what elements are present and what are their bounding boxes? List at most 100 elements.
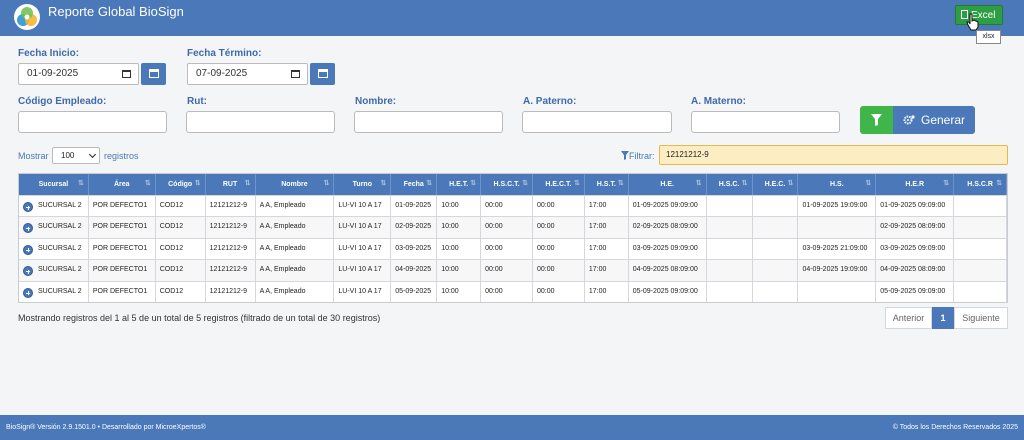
sort-icon: ⇅ bbox=[426, 180, 433, 187]
table-cell: 00:00 bbox=[533, 196, 585, 217]
table-row[interactable]: SUCURSAL 2 POR DEFECTO1 COD12 12121212-9 A A… bbox=[19, 280, 1008, 302]
cell-text: 01-09-2025 09:09:00 bbox=[880, 202, 946, 209]
column-header[interactable]: Área ⇅ bbox=[89, 174, 156, 195]
cell-text: A A, Empleado bbox=[259, 287, 306, 295]
table-cell: 02-09-2025 bbox=[391, 217, 438, 238]
table-cell: 00:00 bbox=[533, 217, 585, 238]
column-header[interactable]: Código ⇅ bbox=[156, 174, 206, 195]
cell-text: LU-VI 10 A 17 bbox=[338, 266, 382, 274]
cell-text: COD12 bbox=[159, 244, 184, 252]
pagination-page-1[interactable]: 1 bbox=[932, 307, 954, 329]
cell-text: 00:00 bbox=[485, 202, 503, 209]
expand-row-icon[interactable] bbox=[23, 244, 33, 255]
table-body: SUCURSAL 2 POR DEFECTO1 COD12 12121212-9 A A… bbox=[19, 195, 1008, 302]
expand-row-icon[interactable] bbox=[23, 287, 33, 298]
cell-text: 05-09-2025 09:09:00 bbox=[880, 287, 946, 295]
cell-text: A A, Empleado bbox=[259, 202, 306, 209]
gears-icon bbox=[903, 115, 915, 125]
column-header[interactable]: H.E.R ⇅ bbox=[876, 174, 955, 195]
table-cell bbox=[753, 238, 799, 260]
column-header[interactable]: H.S. ⇅ bbox=[798, 174, 877, 195]
hand-cursor-icon bbox=[966, 13, 979, 31]
generar-button[interactable]: Generar bbox=[893, 106, 975, 134]
column-header-label: H.S. bbox=[830, 181, 844, 188]
cell-text: 02-09-2025 08:09:00 bbox=[880, 223, 946, 231]
column-header-label: Código bbox=[168, 181, 193, 188]
footer-copyright: © Todos los Derechos Reservados 2025 bbox=[892, 424, 1018, 431]
rut-input[interactable] bbox=[186, 111, 335, 133]
cell-text: SUCURSAL 2 bbox=[38, 266, 82, 274]
nombre-input[interactable] bbox=[354, 111, 503, 133]
cell-text: 12121212-9 bbox=[209, 202, 248, 209]
apellido-materno-label: A. Materno: bbox=[691, 96, 746, 107]
table-cell: 05-09-2025 09:09:00 bbox=[876, 281, 955, 302]
table-cell: POR DEFECTO1 bbox=[89, 217, 156, 238]
column-header[interactable]: Turno ⇅ bbox=[334, 174, 392, 195]
table-cell bbox=[753, 196, 799, 217]
column-header[interactable]: RUT ⇅ bbox=[206, 174, 256, 195]
cell-text: POR DEFECTO1 bbox=[92, 287, 148, 295]
filter-icon bbox=[621, 151, 629, 160]
cell-text: 10:00 bbox=[441, 244, 459, 252]
sort-icon: ⇅ bbox=[244, 180, 251, 187]
expand-row-icon[interactable] bbox=[23, 266, 33, 277]
column-header[interactable]: H.E.C.T. ⇅ bbox=[533, 174, 585, 195]
column-header[interactable]: Sucursal ⇅ bbox=[19, 174, 89, 195]
table-cell: 17:00 bbox=[585, 281, 629, 302]
column-header[interactable]: H.S.C. ⇅ bbox=[707, 174, 753, 195]
table-cell: 10:00 bbox=[437, 217, 482, 238]
cell-text: POR DEFECTO1 bbox=[92, 244, 148, 252]
table-row[interactable]: SUCURSAL 2 POR DEFECTO1 COD12 12121212-9 A A… bbox=[19, 237, 1008, 260]
cell-text: 17:00 bbox=[588, 223, 607, 231]
table-row[interactable]: SUCURSAL 2 POR DEFECTO1 COD12 12121212-9 A A… bbox=[19, 216, 1008, 238]
cell-text: 03-09-2025 21:09:00 bbox=[802, 244, 868, 252]
table-cell: LU-VI 10 A 17 bbox=[334, 260, 392, 281]
filter-button[interactable] bbox=[860, 106, 893, 134]
codigo-empleado-input[interactable] bbox=[18, 111, 167, 133]
fecha-inicio-input[interactable]: 01-09-2025 bbox=[18, 63, 139, 85]
apellido-materno-input[interactable] bbox=[691, 111, 840, 133]
column-header[interactable]: Nombre ⇅ bbox=[256, 174, 335, 195]
table-cell: 00:00 bbox=[533, 238, 585, 260]
cell-text: COD12 bbox=[159, 223, 184, 231]
pagination-prev-button[interactable]: Anterior bbox=[885, 307, 932, 329]
column-header[interactable]: H.S.T. ⇅ bbox=[585, 174, 629, 195]
column-header[interactable]: H.E.C. ⇅ bbox=[753, 174, 799, 195]
cell-text: 03-09-2025 bbox=[395, 244, 432, 252]
table-row[interactable]: SUCURSAL 2 POR DEFECTO1 COD12 12121212-9 A A… bbox=[19, 195, 1008, 217]
calendar-icon bbox=[149, 69, 159, 78]
table-cell: SUCURSAL 2 bbox=[19, 238, 89, 260]
column-header[interactable]: Fecha ⇅ bbox=[391, 174, 438, 195]
table-cell: LU-VI 10 A 17 bbox=[334, 281, 392, 302]
cell-text: 01-09-2025 bbox=[395, 202, 432, 209]
calendar-icon[interactable] bbox=[122, 70, 131, 78]
fecha-termino-calendar-button[interactable] bbox=[310, 63, 335, 85]
expand-row-icon[interactable] bbox=[23, 223, 33, 234]
table-cell: 04-09-2025 19:09:00 bbox=[798, 260, 877, 281]
table-info: Mostrando registros del 1 al 5 de un tot… bbox=[18, 313, 381, 323]
pagination-next-button[interactable]: Siguiente bbox=[954, 307, 1008, 329]
sort-icon: ⇅ bbox=[787, 180, 794, 187]
expand-row-icon[interactable] bbox=[23, 202, 33, 212]
table-cell: 00:00 bbox=[533, 260, 585, 281]
footer-version: BioSign® Versión 2.9.1501.0 • Desarrolla… bbox=[6, 424, 206, 431]
page-size-select[interactable]: 100 bbox=[52, 147, 100, 164]
fecha-termino-input[interactable]: 07-09-2025 bbox=[187, 63, 308, 85]
table-cell: 10:00 bbox=[437, 196, 482, 217]
column-header[interactable]: H.E. ⇅ bbox=[629, 174, 707, 195]
fecha-inicio-calendar-button[interactable] bbox=[141, 63, 166, 85]
cell-text: 04-09-2025 bbox=[395, 266, 432, 274]
calendar-icon[interactable] bbox=[291, 70, 300, 78]
table-cell bbox=[798, 217, 877, 238]
apellido-paterno-input[interactable] bbox=[522, 111, 672, 133]
table-row[interactable]: SUCURSAL 2 POR DEFECTO1 COD12 12121212-9 A A… bbox=[19, 259, 1008, 281]
column-header[interactable]: H.S.C.R ⇅ bbox=[954, 174, 1007, 195]
table-cell: 17:00 bbox=[585, 238, 629, 260]
filtrar-input[interactable]: 12121212-9 bbox=[659, 145, 1008, 165]
column-header[interactable]: H.E.T. ⇅ bbox=[437, 174, 482, 195]
column-header[interactable]: H.S.C.T. ⇅ bbox=[481, 174, 533, 195]
cell-text: 00:00 bbox=[485, 244, 503, 252]
table-cell: 00:00 bbox=[481, 260, 533, 281]
table-cell: POR DEFECTO1 bbox=[89, 196, 156, 217]
cell-text: LU-VI 10 A 17 bbox=[338, 223, 382, 231]
